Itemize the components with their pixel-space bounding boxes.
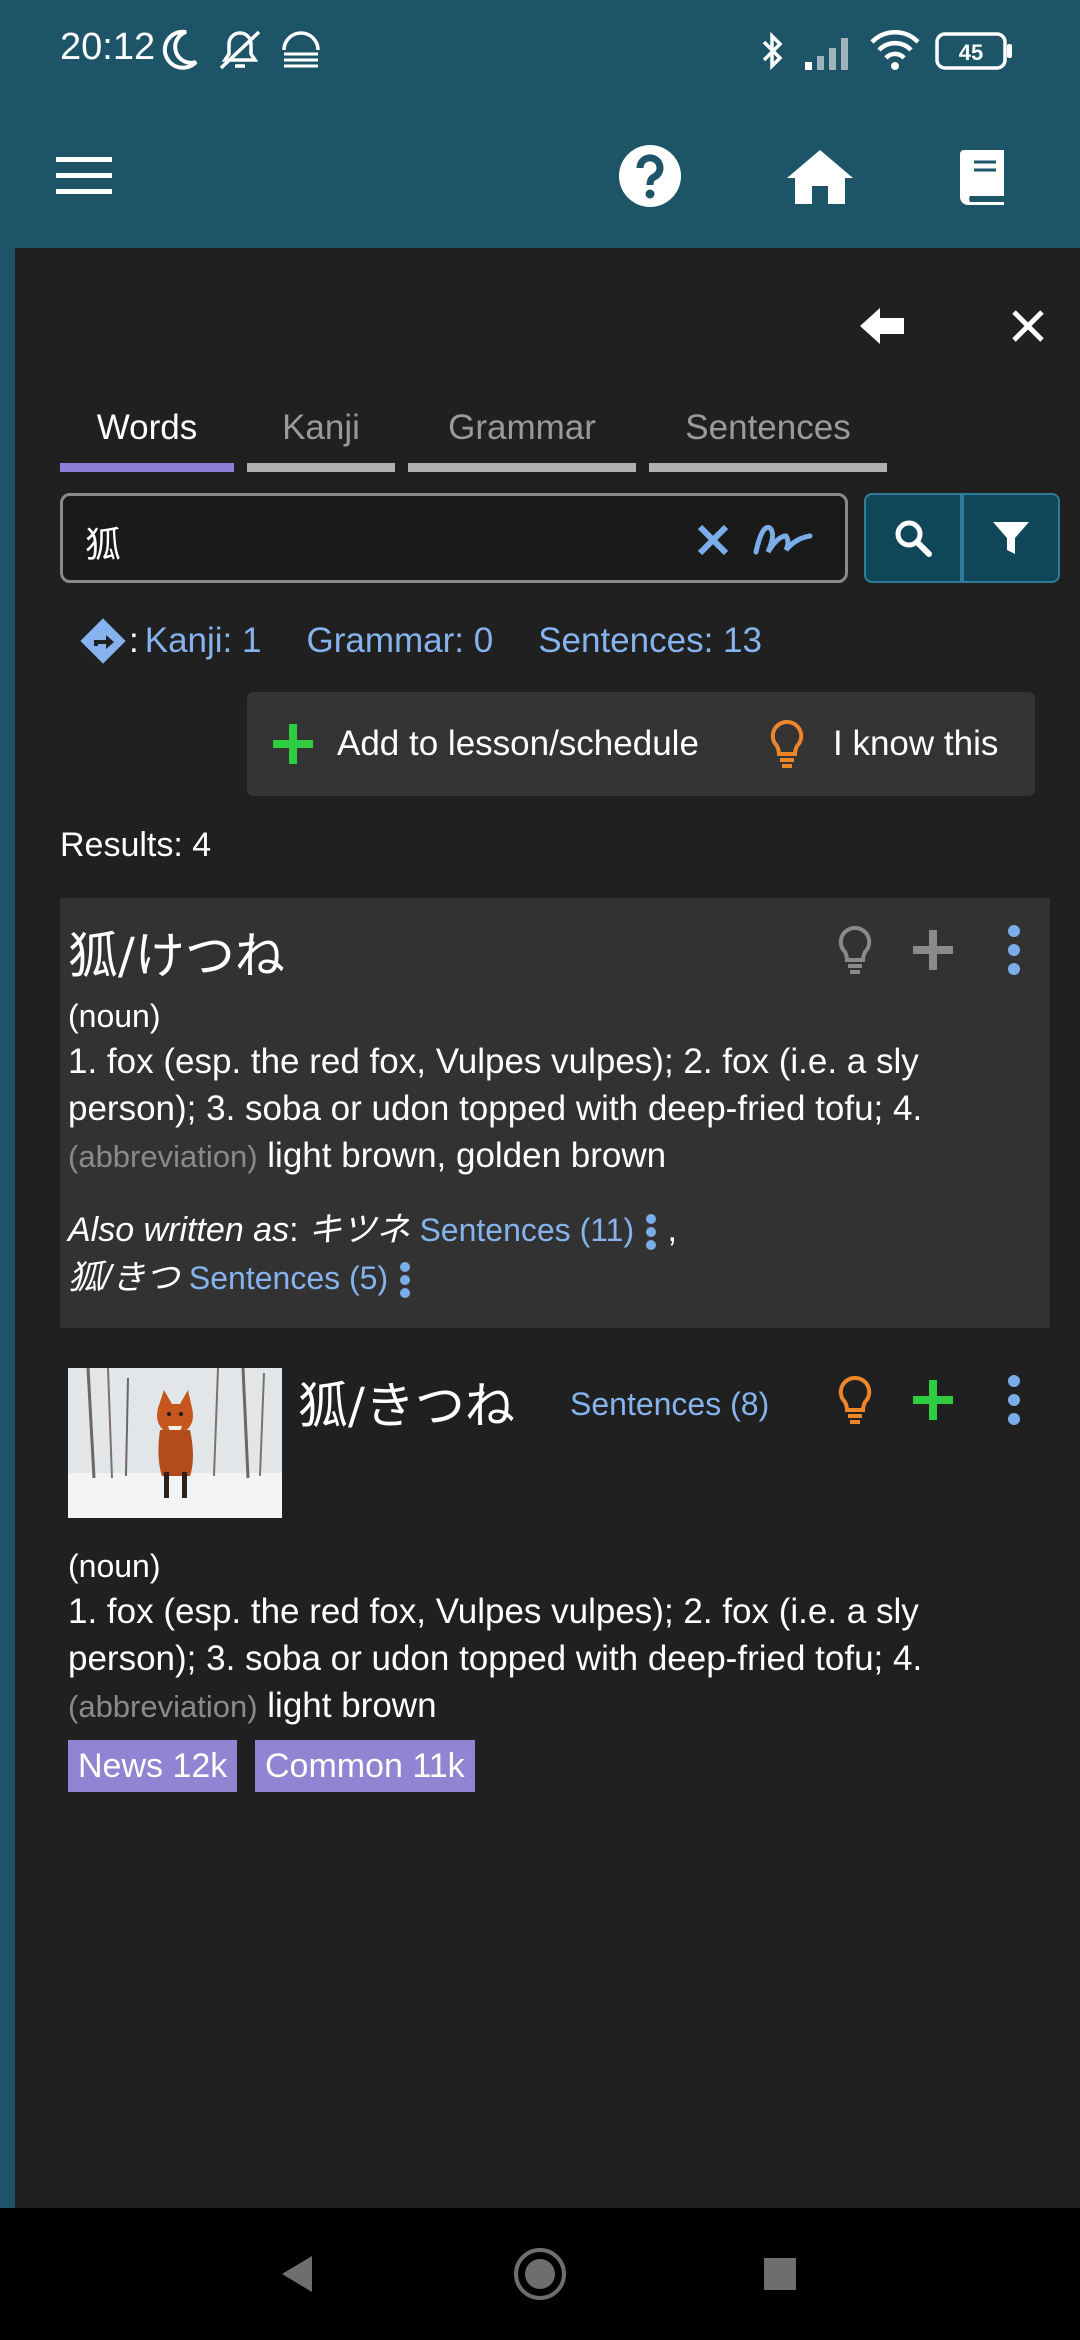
- lightbulb-icon[interactable]: [825, 920, 885, 980]
- moon-icon: [160, 28, 200, 76]
- alt-form-1: キツネ: [308, 1211, 410, 1249]
- search-button-group: [848, 493, 1060, 583]
- search-button[interactable]: [864, 493, 962, 583]
- tab-sentences-indicator: [649, 463, 887, 472]
- menu-icon[interactable]: [42, 134, 126, 218]
- entry-1-def-line2: person); 3. soba or udon topped with dee…: [68, 1089, 923, 1128]
- bluetooth-icon: [758, 28, 788, 78]
- entry-1-also-written: Also written as: キツネ Sentences (11) , 狐/…: [68, 1206, 1048, 1302]
- lightbulb-icon[interactable]: [825, 1370, 885, 1430]
- signal-icon: [803, 28, 859, 76]
- alt-form-2: 狐/きつ: [68, 1259, 180, 1297]
- entry-1-def-end: light brown, golden brown: [257, 1136, 667, 1175]
- tab-sentences[interactable]: Sentences: [649, 398, 887, 472]
- related-links: : Kanji: 1 Grammar: 0 Sentences: 13: [77, 613, 807, 669]
- home-icon[interactable]: [778, 134, 862, 218]
- dictionary-panel: Words Kanji Grammar Sentences 狐: Kanji:…: [15, 248, 1080, 2208]
- entry-1-def-line1: 1. fox (esp. the red fox, Vulpes vulpes)…: [68, 1042, 919, 1081]
- panel-tools: [15, 286, 1080, 366]
- grammar-link[interactable]: Grammar: 0: [306, 621, 493, 661]
- filter-button[interactable]: [962, 493, 1060, 583]
- search-input[interactable]: 狐: [60, 493, 848, 583]
- tag-news: News 12k: [68, 1740, 238, 1792]
- entry-2-def-line2: person); 3. soba or udon topped with dee…: [68, 1639, 923, 1678]
- handwriting-icon[interactable]: [751, 514, 815, 566]
- close-icon[interactable]: [988, 286, 1068, 366]
- tab-kanji[interactable]: Kanji: [247, 398, 395, 472]
- entry-2-definition: 1. fox (esp. the red fox, Vulpes vulpes)…: [68, 1588, 1048, 1730]
- fox-image: [68, 1368, 282, 1518]
- lightbulb-icon: [770, 719, 804, 768]
- also-line-2: 狐/きつ Sentences (5): [68, 1254, 1048, 1302]
- alt-1-sentences-link[interactable]: Sentences (11): [419, 1212, 634, 1248]
- status-bar: 20:12 45: [0, 0, 1080, 104]
- home-circle-icon[interactable]: [510, 2244, 570, 2304]
- top-nav: [0, 104, 1080, 248]
- back-arrow-icon[interactable]: [843, 286, 923, 366]
- also-line-1: Also written as: キツネ Sentences (11) ,: [68, 1206, 1048, 1254]
- alt-1-more-icon[interactable]: [644, 1214, 658, 1251]
- alt-separator: ,: [658, 1211, 677, 1249]
- back-triangle-icon[interactable]: [266, 2244, 326, 2304]
- plus-icon[interactable]: [903, 1370, 963, 1430]
- entry-2-def-line3: (abbreviation) light brown: [68, 1682, 1048, 1730]
- plus-icon[interactable]: [903, 920, 963, 980]
- also-label: Also written as: [68, 1211, 290, 1249]
- plus-icon: [273, 724, 313, 764]
- alt-2-sentences-link[interactable]: Sentences (5): [189, 1260, 388, 1296]
- tab-words-indicator: [60, 463, 234, 472]
- word-entry-1[interactable]: 狐/けつね (noun) 1. fox (esp. the red fox, V…: [60, 898, 1050, 1328]
- entry-2-title: 狐/きつね: [298, 1377, 515, 1435]
- i-know-this-button[interactable]: I know this: [767, 692, 998, 796]
- tab-grammar-label: Grammar: [448, 408, 596, 447]
- entry-1-pos: (noun): [68, 998, 161, 1034]
- vpn-icon: [278, 28, 324, 76]
- recents-square-icon[interactable]: [750, 2244, 810, 2304]
- sentences-link[interactable]: Sentences: 13: [538, 621, 762, 661]
- battery-icon: 45: [935, 30, 1015, 76]
- entry-1-title: 狐/けつね: [68, 927, 285, 985]
- battery-level: 45: [959, 40, 983, 65]
- tab-grammar[interactable]: Grammar: [408, 398, 636, 472]
- add-to-lesson-label: Add to lesson/schedule: [337, 724, 699, 763]
- tab-kanji-label: Kanji: [282, 408, 360, 447]
- entry-1-definition: 1. fox (esp. the red fox, Vulpes vulpes)…: [68, 1038, 1048, 1180]
- book-icon[interactable]: [942, 134, 1026, 218]
- action-bar: Add to lesson/schedule I know this: [247, 692, 1035, 796]
- kanji-link[interactable]: Kanji: 1: [145, 621, 262, 661]
- silent-icon: [215, 28, 265, 76]
- tab-sentences-label: Sentences: [685, 408, 851, 447]
- system-nav-bar: [0, 2208, 1080, 2340]
- results-count: Results: 4: [60, 826, 212, 864]
- more-options-icon[interactable]: [984, 1370, 1044, 1430]
- entry-2-sentences-link[interactable]: Sentences (8): [570, 1386, 769, 1423]
- status-time: 20:12: [60, 26, 156, 68]
- word-entry-2[interactable]: 狐/きつね Sentences (8) (noun) 1. fox (esp. …: [60, 1348, 1050, 2048]
- wifi-icon: [870, 28, 920, 76]
- entry-2-def-line1: 1. fox (esp. the red fox, Vulpes vulpes)…: [68, 1592, 919, 1631]
- tab-kanji-indicator: [247, 463, 395, 472]
- entry-1-def-line3: (abbreviation) light brown, golden brown: [68, 1132, 1048, 1180]
- tag-common: Common 11k: [255, 1740, 475, 1792]
- tab-words-label: Words: [96, 408, 198, 447]
- search-value: 狐: [85, 525, 122, 566]
- tab-words[interactable]: Words: [60, 398, 234, 472]
- clear-search-icon[interactable]: [687, 514, 739, 566]
- diamond-arrow-icon: [77, 615, 129, 667]
- i-know-this-label: I know this: [833, 724, 999, 763]
- help-icon[interactable]: [608, 134, 692, 218]
- more-options-icon[interactable]: [984, 920, 1044, 980]
- tab-grammar-indicator: [408, 463, 636, 472]
- alt-2-more-icon[interactable]: [398, 1262, 412, 1299]
- entry-2-def-end: light brown: [257, 1686, 437, 1725]
- links-prefix: :: [129, 621, 139, 660]
- entry-1-abbr: (abbreviation): [68, 1139, 258, 1174]
- also-colon: :: [289, 1211, 308, 1249]
- entry-2-pos: (noun): [68, 1548, 161, 1584]
- entry-2-abbr: (abbreviation): [68, 1689, 258, 1724]
- add-to-lesson-button[interactable]: Add to lesson/schedule: [271, 692, 699, 796]
